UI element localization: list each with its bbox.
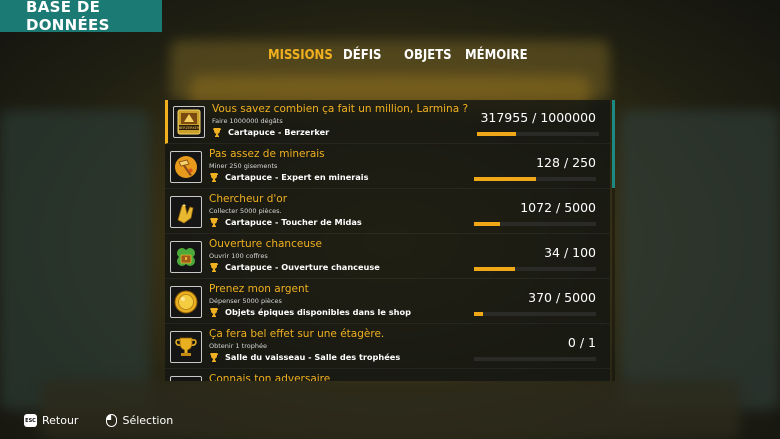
mission-description: Dépenser 5000 pièces — [209, 297, 282, 305]
tab-bar: MISSIONS DÉFIS OBJETS MÉMOIRE — [0, 48, 780, 70]
trophy-icon — [210, 353, 219, 362]
mission-reward-label: Cartapuce - Toucher de Midas — [225, 217, 362, 227]
mouse-left-click-icon — [106, 414, 118, 427]
mission-row[interactable]: Ça fera bel effet sur une étagère. Obten… — [165, 325, 610, 369]
mission-reward: Objets épiques disponibles dans le shop — [209, 307, 411, 317]
mission-progress-fill — [474, 177, 537, 181]
mission-progress-bar — [474, 357, 596, 361]
berzerker-card-icon: BERZERKER — [173, 106, 205, 138]
mission-progress-text: 34 / 100 — [544, 245, 596, 260]
escape-key-icon: ESC — [24, 414, 37, 427]
trophy-icon — [210, 308, 219, 317]
mission-row[interactable]: Ouverture chanceuse Ouvrir 100 coffres C… — [165, 235, 610, 279]
tab-objets[interactable]: OBJETS — [404, 48, 452, 63]
gold-coin-icon — [170, 286, 202, 318]
mission-progress-fill — [477, 132, 516, 136]
mission-reward-label: Objets épiques disponibles dans le shop — [225, 307, 411, 317]
trophy-icon — [210, 218, 219, 227]
mission-row[interactable]: BERZERKER Vous savez combien ça fait un … — [165, 100, 610, 144]
mission-description: Obtenir 1 trophée — [209, 342, 267, 350]
mission-row[interactable]: Connais ton adversaire — [165, 370, 610, 381]
mission-progress-bar — [474, 222, 596, 226]
unknown-icon — [170, 376, 202, 381]
mission-progress-text: 370 / 5000 — [528, 290, 596, 305]
mission-progress-text: 1072 / 5000 — [520, 200, 596, 215]
mission-reward-label: Cartapuce - Expert en minerais — [225, 172, 369, 182]
mission-row[interactable]: Pas assez de minerais Miner 250 gisement… — [165, 145, 610, 189]
mission-title: Pas assez de minerais — [209, 148, 325, 160]
svg-text:BERZERKER: BERZERKER — [179, 126, 200, 130]
back-label[interactable]: Retour — [42, 414, 78, 427]
mission-reward: Salle du vaisseau - Salle des trophées — [209, 352, 400, 362]
mission-progress-text: 317955 / 1000000 — [480, 110, 596, 125]
mission-row[interactable]: Prenez mon argent Dépenser 5000 pièces O… — [165, 280, 610, 324]
mission-reward: Cartapuce - Ouverture chanceuse — [209, 262, 380, 272]
mission-title: Vous savez combien ça fait un million, L… — [212, 103, 469, 115]
missions-scrollbar[interactable] — [612, 100, 615, 381]
page-title: BASE DE DONNÉES — [26, 0, 110, 34]
mission-title: Connais ton adversaire — [209, 373, 331, 381]
background-console — [40, 380, 740, 439]
trophy-icon — [170, 331, 202, 363]
mission-description: Miner 250 gisements — [209, 162, 278, 170]
background-right-panel — [620, 110, 780, 410]
select-label[interactable]: Sélection — [122, 414, 173, 427]
mission-progress-bar — [474, 267, 596, 271]
mission-title: Prenez mon argent — [209, 283, 309, 295]
mission-progress-fill — [474, 222, 501, 226]
mission-description: Collecter 5000 pièces. — [209, 207, 282, 215]
mission-description: Ouvrir 100 coffres — [209, 252, 268, 260]
mission-progress-bar — [477, 132, 599, 136]
clover-chest-icon — [170, 241, 202, 273]
mission-row[interactable]: Chercheur d'or Collecter 5000 pièces. Ca… — [165, 190, 610, 234]
tab-missions[interactable]: MISSIONS — [268, 48, 333, 63]
mission-progress-text: 128 / 250 — [536, 155, 596, 170]
mission-title: Chercheur d'or — [209, 193, 288, 205]
mission-reward: Cartapuce - Toucher de Midas — [209, 217, 362, 227]
mission-progress-fill — [474, 312, 484, 316]
mission-progress-bar — [474, 312, 596, 316]
mission-reward: Cartapuce - Berzerker — [212, 127, 329, 137]
page-title-banner: BASE DE DONNÉES — [0, 0, 162, 34]
mission-reward: Cartapuce - Expert en minerais — [209, 172, 369, 182]
tab-defis[interactable]: DÉFIS — [343, 48, 381, 63]
trophy-icon — [213, 128, 222, 137]
scroll-thumb[interactable] — [612, 100, 615, 188]
tab-memoire[interactable]: MÉMOIRE — [465, 48, 528, 63]
mission-title: Ça fera bel effet sur une étagère. — [209, 328, 385, 340]
mission-progress-text: 0 / 1 — [567, 335, 596, 350]
golden-hand-icon — [170, 196, 202, 228]
trophy-icon — [210, 263, 219, 272]
mission-progress-fill — [474, 267, 516, 271]
mission-title: Ouverture chanceuse — [209, 238, 322, 250]
mission-progress-bar — [474, 177, 596, 181]
background-left-panel — [0, 110, 150, 410]
mission-reward-label: Cartapuce - Ouverture chanceuse — [225, 262, 380, 272]
mission-reward-label: Cartapuce - Berzerker — [228, 127, 330, 137]
mission-description: Faire 1000000 dégâts — [212, 117, 283, 125]
footer-controls: ESC Retour Sélection — [24, 414, 173, 427]
mission-reward-label: Salle du vaisseau - Salle des trophées — [225, 352, 401, 362]
missions-list: BERZERKER Vous savez combien ça fait un … — [165, 100, 610, 381]
hammer-icon — [170, 151, 202, 183]
trophy-icon — [210, 173, 219, 182]
